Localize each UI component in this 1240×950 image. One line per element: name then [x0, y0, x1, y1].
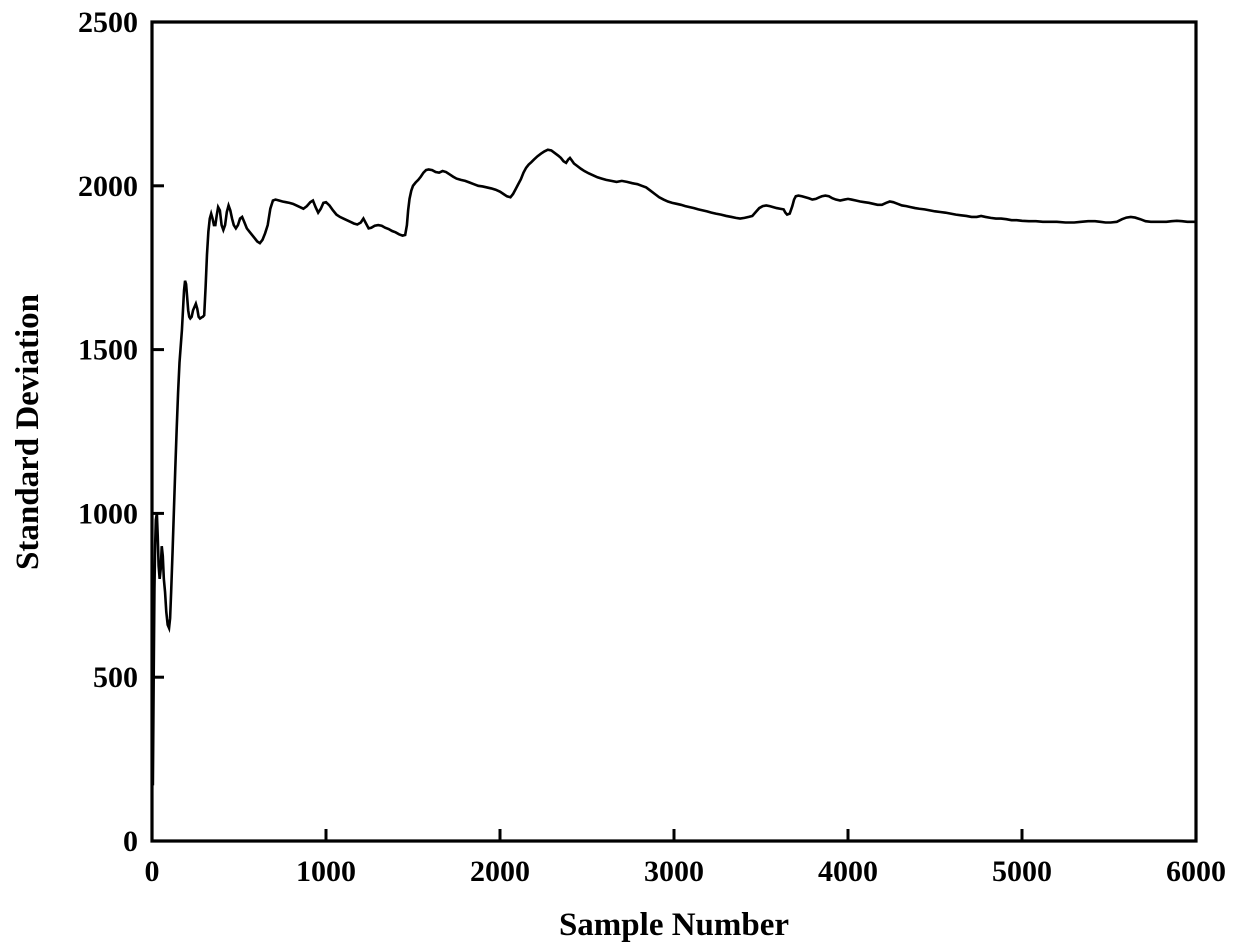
- x-axis-ticks: [324, 829, 1024, 841]
- y-tick-label: 2500: [78, 6, 138, 39]
- x-axis-title: Sample Number: [559, 907, 789, 943]
- y-axis-title: Standard Deviation: [10, 294, 46, 570]
- x-tick-label: 4000: [818, 855, 878, 888]
- x-tick-label: 5000: [992, 855, 1052, 888]
- y-axis-tick-labels: 0 500 1000 1500 2000 2500: [78, 6, 138, 858]
- x-tick-label: 2000: [470, 855, 530, 888]
- x-tick-label: 1000: [296, 855, 356, 888]
- plot-frame: [150, 20, 1198, 843]
- standard-deviation-line-chart: 0 500 1000 1500 2000 2500 0 1000 2000 3000 4000 50…: [10, 6, 1227, 943]
- axis-box: [150, 20, 1198, 843]
- y-tick-label: 2000: [78, 170, 138, 203]
- figure-container: 0 500 1000 1500 2000 2500 0 1000 2000 3000 4000 50…: [0, 0, 1240, 950]
- x-tick-label: 6000: [1166, 855, 1226, 888]
- y-tick-label: 0: [123, 825, 138, 858]
- y-tick-label: 500: [93, 661, 138, 694]
- x-tick-label: 0: [145, 855, 160, 888]
- x-tick-label: 3000: [644, 855, 704, 888]
- series-line-standard-deviation: [151, 148, 1196, 786]
- y-tick-label: 1500: [78, 334, 138, 367]
- y-tick-label: 1000: [78, 497, 138, 530]
- x-axis-tick-labels: 0 1000 2000 3000 4000 5000 6000: [145, 855, 1227, 888]
